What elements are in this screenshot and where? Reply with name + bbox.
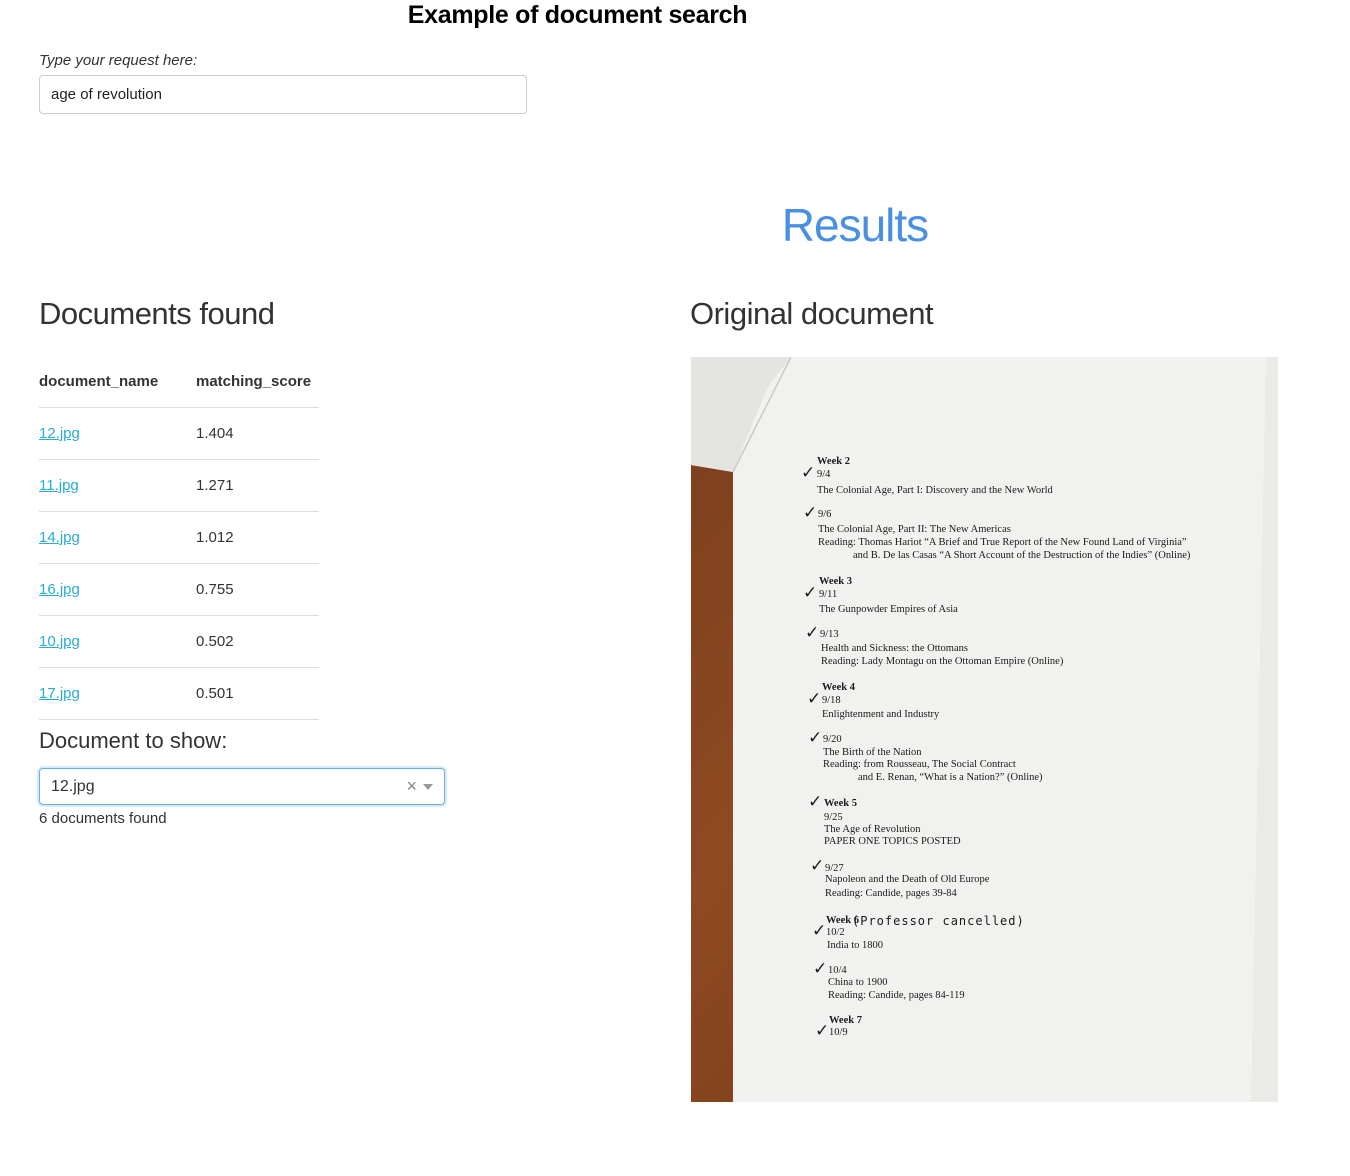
doc-line: India to 1800 (827, 940, 883, 951)
documents-count: 6 documents found (39, 810, 167, 827)
document-link[interactable]: 12.jpg (39, 425, 80, 442)
original-document-image: Week 2 ✓ 9/4 The Colonial Age, Part I: D… (691, 357, 1278, 1102)
doc-line: Enlightenment and Industry (822, 709, 940, 720)
clear-icon[interactable]: × (406, 776, 417, 797)
chevron-down-icon[interactable] (423, 783, 433, 790)
doc-line: 9/20 (823, 734, 842, 745)
checkmark-icon: ✓ (808, 792, 823, 812)
original-document-heading: Original document (690, 296, 934, 331)
checkmark-icon: ✓ (813, 959, 828, 979)
checkmark-icon: ✓ (815, 1021, 830, 1041)
doc-line: 10/2 (826, 927, 845, 938)
search-input[interactable] (39, 75, 527, 114)
doc-line: 10/9 (829, 1027, 848, 1038)
document-to-show-label: Document to show: (39, 728, 228, 753)
document-select-value: 12.jpg (51, 777, 95, 795)
doc-line: PAPER ONE TOPICS POSTED (824, 836, 961, 847)
document-link[interactable]: 17.jpg (39, 685, 80, 702)
matching-score: 1.271 (196, 477, 234, 494)
doc-line: Napoleon and the Death of Old Europe (825, 874, 990, 885)
document-select[interactable]: 12.jpg × (39, 768, 445, 805)
doc-line: Reading: Candide, pages 84-119 (828, 990, 965, 1001)
document-link[interactable]: 11.jpg (39, 477, 79, 494)
column-header-matching-score[interactable]: matching_score (196, 373, 319, 390)
checkmark-icon: ✓ (803, 503, 818, 523)
table-row: 11.jpg 1.271 (39, 459, 319, 511)
documents-table: document_name matching_score 12.jpg 1.40… (39, 356, 319, 720)
results-heading: Results (781, 199, 929, 251)
doc-line: Reading: Thomas Hariot “A Brief and True… (818, 537, 1187, 548)
doc-line: Reading: Lady Montagu on the Ottoman Emp… (821, 656, 1064, 667)
doc-line: Reading: from Rousseau, The Social Contr… (823, 759, 1016, 770)
doc-line: China to 1900 (828, 977, 888, 988)
doc-line: Week 3 (819, 576, 852, 587)
checkmark-icon: ✓ (810, 856, 825, 876)
doc-line: Week 2 (817, 456, 850, 467)
doc-line: The Colonial Age, Part I: Discovery and … (817, 485, 1053, 496)
checkmark-icon: ✓ (805, 623, 820, 643)
document-link[interactable]: 16.jpg (39, 581, 80, 598)
doc-line: 9/13 (820, 629, 839, 640)
checkmark-icon: ✓ (808, 728, 823, 748)
matching-score: 0.501 (196, 685, 234, 702)
app-title: Example of document search (407, 1, 748, 29)
document-photo-background (691, 357, 1278, 1102)
search-label: Type your request here: (39, 52, 198, 69)
table-row: 12.jpg 1.404 (39, 407, 319, 459)
doc-line: 9/4 (817, 469, 831, 480)
doc-line: 9/18 (822, 695, 841, 706)
checkmark-icon: ✓ (803, 583, 818, 603)
table-row: 10.jpg 0.502 (39, 615, 319, 667)
doc-line: 9/11 (819, 589, 838, 600)
matching-score: 0.502 (196, 633, 234, 650)
checkmark-icon: ✓ (812, 921, 827, 941)
table-header-row: document_name matching_score (39, 356, 319, 407)
doc-line: Reading: Candide, pages 39-84 (825, 888, 957, 899)
documents-found-heading: Documents found (39, 296, 275, 331)
doc-line: The Colonial Age, Part II: The New Ameri… (818, 524, 1011, 535)
table-row: 14.jpg 1.012 (39, 511, 319, 563)
document-link[interactable]: 10.jpg (39, 633, 80, 650)
doc-line: Health and Sickness: the Ottomans (821, 643, 968, 654)
doc-line: The Gunpowder Empires of Asia (819, 604, 958, 615)
doc-line: 9/6 (818, 509, 832, 520)
doc-line: Week 4 (822, 682, 855, 693)
checkmark-icon: ✓ (807, 689, 822, 709)
doc-handwritten-note: (Professor cancelled) (852, 914, 1025, 928)
table-bottom-border (39, 719, 319, 720)
doc-line: Week 5 (824, 798, 857, 809)
matching-score: 0.755 (196, 581, 234, 598)
matching-score: 1.012 (196, 529, 234, 546)
checkmark-icon: ✓ (801, 463, 816, 483)
doc-line: and E. Renan, “What is a Nation?” (Onlin… (858, 772, 1043, 783)
table-row: 17.jpg 0.501 (39, 667, 319, 719)
matching-score: 1.404 (196, 425, 234, 442)
column-header-document-name[interactable]: document_name (39, 373, 196, 390)
table-row: 16.jpg 0.755 (39, 563, 319, 615)
doc-line: and B. De las Casas “A Short Account of … (853, 550, 1191, 561)
document-link[interactable]: 14.jpg (39, 529, 80, 546)
